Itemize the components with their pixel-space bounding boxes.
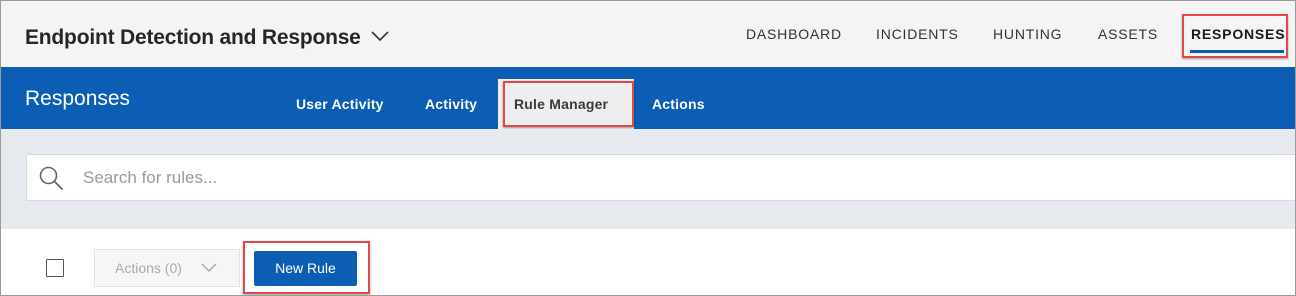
actions-dropdown[interactable]: Actions (0) bbox=[94, 249, 240, 287]
select-all-checkbox[interactable] bbox=[46, 259, 64, 277]
actions-dropdown-label: Actions (0) bbox=[115, 260, 182, 276]
search-area bbox=[1, 129, 1295, 229]
nav-assets[interactable]: ASSETS bbox=[1098, 26, 1158, 42]
tab-user-activity[interactable]: User Activity bbox=[296, 96, 384, 112]
highlight-responses bbox=[1182, 14, 1288, 58]
search-input[interactable] bbox=[83, 164, 1183, 192]
chevron-down-icon bbox=[201, 263, 217, 273]
nav-dashboard[interactable]: DASHBOARD bbox=[746, 26, 842, 42]
app-window: Endpoint Detection and Response DASHBOAR… bbox=[0, 0, 1296, 296]
top-header: Endpoint Detection and Response DASHBOAR… bbox=[1, 1, 1295, 67]
highlight-rule-manager bbox=[503, 81, 634, 127]
chevron-down-icon[interactable] bbox=[370, 29, 390, 43]
tab-activity[interactable]: Activity bbox=[425, 96, 477, 112]
highlight-new-rule bbox=[243, 241, 370, 294]
search-box[interactable] bbox=[26, 154, 1295, 201]
app-title: Endpoint Detection and Response bbox=[25, 26, 361, 49]
search-icon bbox=[39, 166, 63, 190]
section-title: Responses bbox=[25, 87, 131, 110]
nav-hunting[interactable]: HUNTING bbox=[993, 26, 1062, 42]
nav-incidents[interactable]: INCIDENTS bbox=[876, 26, 959, 42]
tab-actions[interactable]: Actions bbox=[652, 96, 705, 112]
section-bar: Responses User Activity Activity Rule Ma… bbox=[1, 67, 1295, 129]
